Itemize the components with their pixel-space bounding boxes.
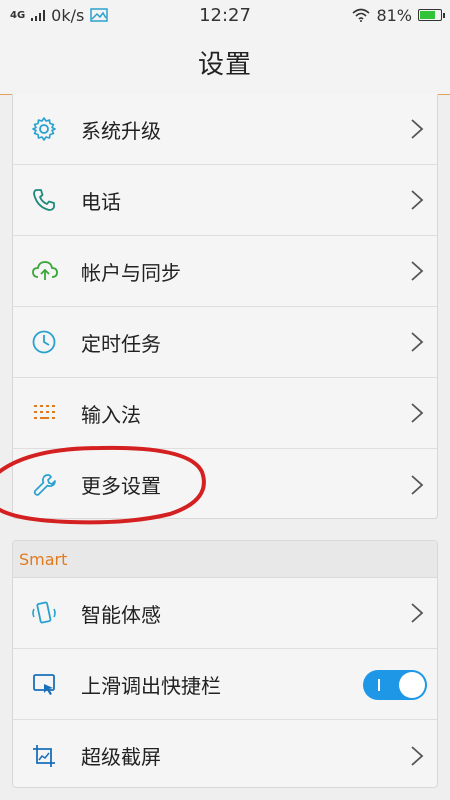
chevron-right-icon — [397, 189, 437, 211]
setting-label: 系统升级 — [81, 118, 161, 143]
wrench-icon — [31, 471, 81, 499]
chevron-right-icon — [397, 402, 437, 424]
section-header-smart: Smart — [13, 541, 437, 578]
setting-label: 输入法 — [81, 402, 141, 427]
setting-row-scheduled-tasks[interactable]: 定时任务 — [13, 307, 437, 378]
gear-icon — [31, 115, 81, 143]
setting-label: 智能体感 — [81, 602, 161, 627]
clock-icon — [31, 328, 81, 356]
quick-bar-toggle[interactable] — [363, 670, 427, 700]
setting-row-super-screenshot[interactable]: 超级截屏 — [13, 720, 437, 791]
phone-icon — [31, 186, 81, 214]
title-bar: 设置 — [0, 30, 450, 95]
status-right: 81% — [352, 6, 450, 25]
chevron-right-icon — [397, 118, 437, 140]
setting-row-phone[interactable]: 电话 — [13, 165, 437, 236]
battery-icon — [418, 9, 445, 21]
setting-label: 更多设置 — [81, 474, 161, 498]
screenshot-icon — [31, 742, 81, 770]
setting-label: 定时任务 — [81, 331, 161, 356]
chevron-right-icon — [397, 260, 437, 282]
network-speed: 0k/s — [51, 5, 85, 25]
setting-row-account-sync[interactable]: 帐户与同步 — [13, 236, 437, 307]
signal-icon — [31, 9, 46, 21]
image-notification-icon — [90, 8, 109, 22]
setting-label: 电话 — [81, 189, 121, 214]
setting-label: 帐户与同步 — [81, 260, 181, 285]
chevron-right-icon — [397, 331, 437, 353]
setting-row-input-method[interactable]: 输入法 — [13, 378, 437, 449]
setting-row-more-settings[interactable]: 更多设置 — [13, 449, 437, 520]
chevron-right-icon — [397, 474, 437, 496]
phone-gesture-icon — [31, 599, 81, 627]
status-left: 4G 0k/s — [0, 5, 109, 25]
setting-label: 超级截屏 — [81, 745, 161, 769]
status-bar: 4G 0k/s 12:27 81% — [0, 0, 450, 30]
page-title: 设置 — [197, 49, 252, 80]
setting-row-system-update[interactable]: 系统升级 — [13, 94, 437, 165]
chevron-right-icon — [397, 602, 437, 624]
setting-row-swipe-up-quick-bar[interactable]: 上滑调出快捷栏 — [13, 649, 437, 720]
cloud-sync-icon — [31, 257, 81, 285]
smart-card: Smart 智能体感 上滑调出快捷栏 超级截屏 — [12, 540, 438, 788]
network-type: 4G — [10, 9, 26, 21]
quick-bar-icon — [31, 670, 81, 698]
battery-percent: 81% — [376, 5, 412, 25]
chevron-right-icon — [397, 745, 437, 767]
setting-row-smart-motion[interactable]: 智能体感 — [13, 578, 437, 649]
wifi-icon — [352, 8, 370, 22]
keyboard-icon — [31, 399, 81, 427]
settings-card: 系统升级 电话 帐户与同步 定时任务 输入法 更多设置 — [12, 94, 438, 519]
